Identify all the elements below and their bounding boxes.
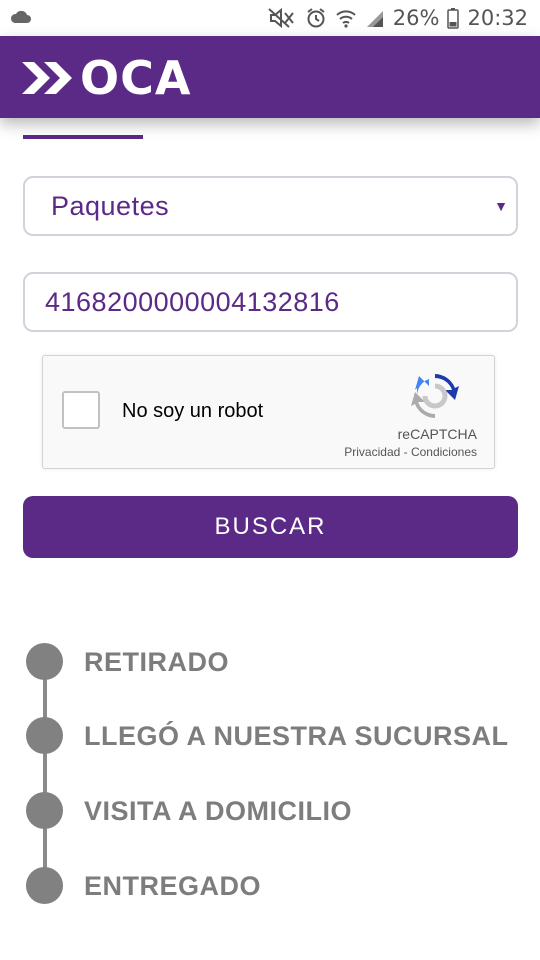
- alarm-icon: [305, 7, 327, 29]
- tracking-number-input[interactable]: 4168200000004132816: [23, 272, 518, 332]
- status-icons: 26% 20:32: [267, 0, 528, 36]
- dropdown-arrow-icon: ▼: [494, 198, 508, 214]
- timeline-dot: [26, 792, 63, 829]
- battery-percent: 26%: [392, 6, 440, 30]
- recaptcha-checkbox[interactable]: [62, 391, 100, 429]
- wifi-icon: [335, 7, 357, 29]
- timeline-dot: [26, 643, 63, 680]
- oca-logo[interactable]: OCA: [22, 51, 192, 105]
- status-bar: 26% 20:32: [0, 0, 540, 36]
- logo-text: OCA: [80, 51, 192, 105]
- timeline-line: [43, 660, 47, 886]
- timeline-step-sucursal: LLEGÓ A NUESTRA SUCURSAL: [26, 717, 526, 757]
- recaptcha-brand: reCAPTCHA: [397, 426, 477, 442]
- timeline-step-label: ENTREGADO: [84, 871, 262, 901]
- recaptcha-links[interactable]: Privacidad - Condiciones: [344, 445, 477, 459]
- timeline-step-visita: VISITA A DOMICILIO: [26, 792, 526, 832]
- service-select[interactable]: Paquetes ▼: [23, 176, 518, 236]
- clock: 20:32: [467, 6, 528, 30]
- chevrons-icon: [22, 62, 72, 94]
- mute-icon: [267, 7, 297, 29]
- timeline-step-label: VISITA A DOMICILIO: [84, 796, 352, 826]
- cloud-icon: [10, 9, 32, 30]
- timeline-step-label: RETIRADO: [84, 647, 229, 677]
- section-underline: [23, 135, 143, 139]
- app-header: OCA: [0, 36, 540, 118]
- recaptcha-label: No soy un robot: [122, 400, 264, 422]
- signal-icon: [365, 8, 385, 28]
- tracking-number-value: 4168200000004132816: [45, 287, 340, 317]
- timeline-dot: [26, 717, 63, 754]
- recaptcha-logo-icon: [411, 372, 459, 425]
- search-button[interactable]: BUSCAR: [23, 496, 518, 558]
- timeline-step-retirado: RETIRADO: [26, 643, 526, 683]
- timeline-step-entregado: ENTREGADO: [26, 867, 526, 907]
- timeline-dot: [26, 867, 63, 904]
- recaptcha-widget: No soy un robot reCAPTCHA Privacidad - C…: [42, 355, 495, 469]
- timeline-step-label: LLEGÓ A NUESTRA SUCURSAL: [84, 721, 509, 751]
- service-select-value: Paquetes: [51, 191, 170, 221]
- battery-icon: [447, 7, 460, 29]
